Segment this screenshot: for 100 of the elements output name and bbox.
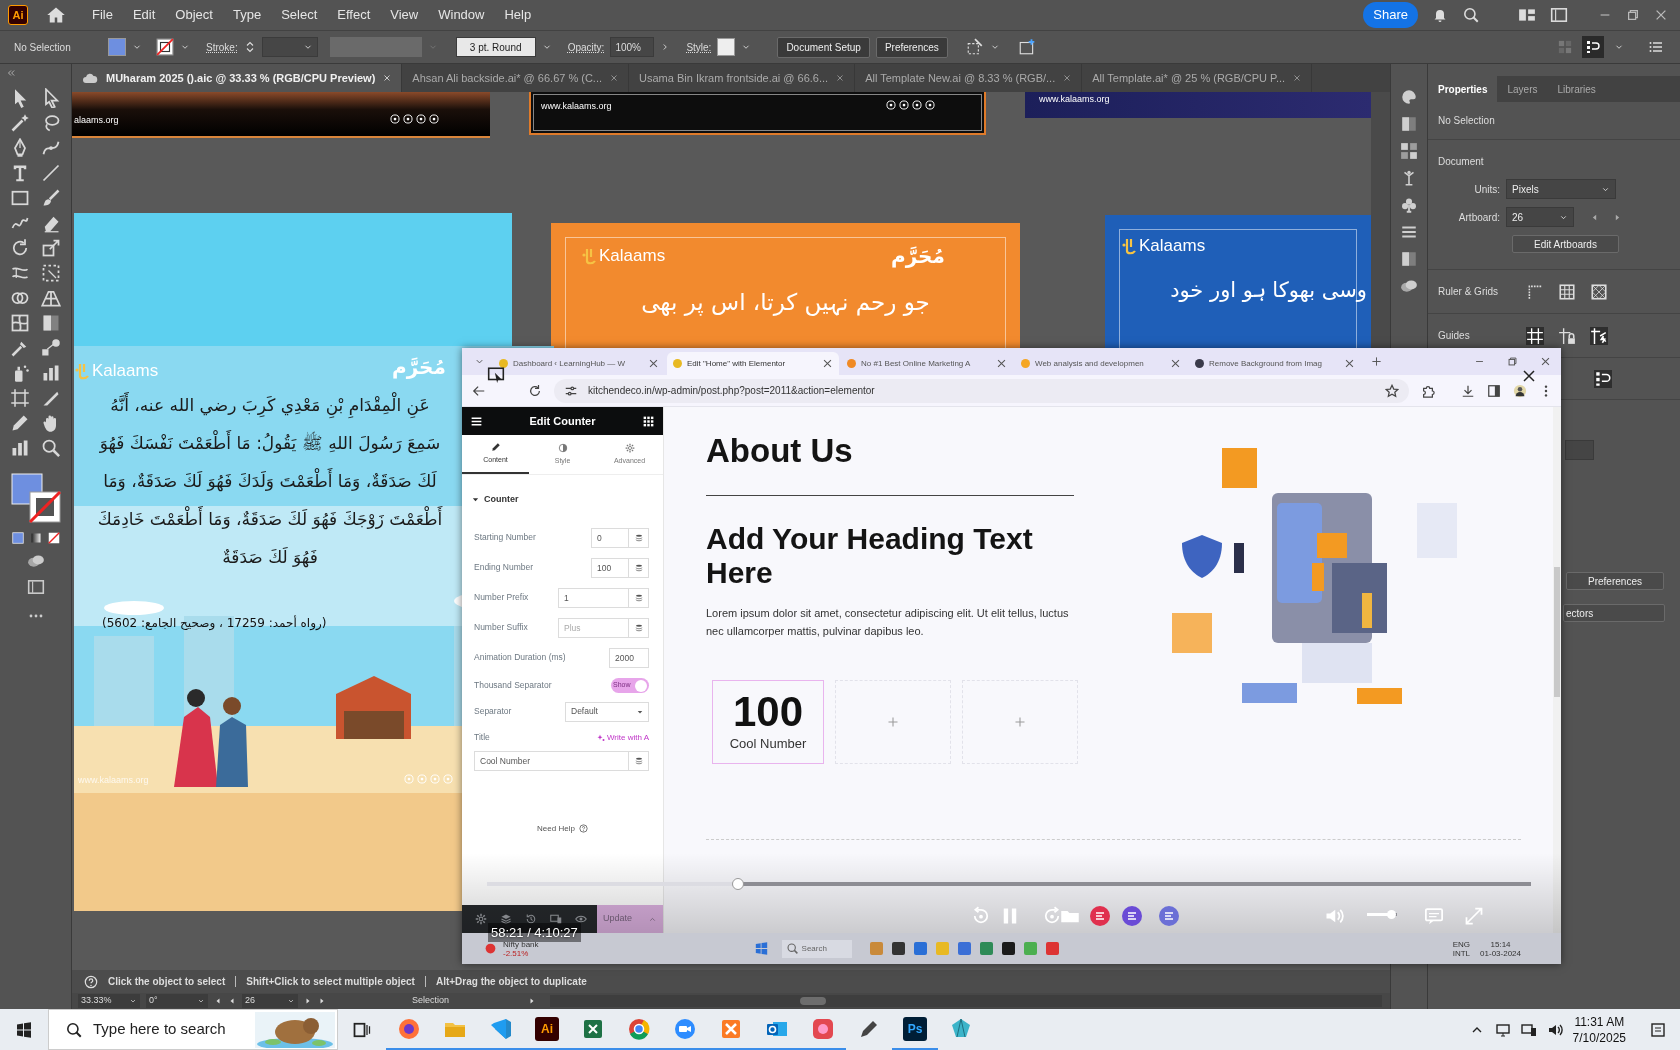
title-field[interactable]: Cool Number bbox=[474, 750, 630, 771]
clock-date: 01-03-2024 bbox=[1480, 948, 1521, 958]
panel-tab[interactable]: Layers bbox=[1497, 76, 1548, 102]
menu-item[interactable]: Select bbox=[271, 5, 328, 25]
urdu-text: وسی بھوکا ہو اور خود bbox=[1170, 277, 1367, 304]
artboard-dropdown[interactable]: 26 bbox=[1506, 207, 1574, 227]
menu-item[interactable]: Help bbox=[494, 5, 542, 25]
section-title: Guides bbox=[1438, 329, 1471, 343]
urdu-text: جو رحم نہیں کرتا، اس پر بھی bbox=[640, 288, 931, 318]
current-tool-text: Selection bbox=[412, 994, 451, 1008]
stroke-label[interactable]: Stroke: bbox=[206, 39, 238, 55]
menu-item[interactable]: View bbox=[380, 5, 429, 25]
search-field[interactable]: Type here to search bbox=[48, 1009, 338, 1050]
logo-text: Kalaams bbox=[599, 245, 666, 267]
counter-title: Cool Number bbox=[729, 735, 807, 754]
website-text: www.kalaams.org bbox=[78, 774, 149, 787]
write-with-ai-link[interactable]: Write with A bbox=[596, 731, 649, 744]
hint-text: Click the object to select bbox=[108, 975, 226, 989]
menu-item[interactable]: Type bbox=[222, 5, 272, 25]
control-label: Thousand Separator bbox=[474, 679, 552, 692]
menu-item[interactable]: Effect bbox=[327, 5, 381, 25]
website-text: alaams.org bbox=[74, 114, 119, 127]
browser-tab[interactable]: Remove Background from Imag bbox=[1189, 352, 1361, 375]
opacity-field[interactable]: 100% bbox=[610, 37, 655, 57]
menu-item[interactable]: Window bbox=[428, 5, 495, 25]
app-tile-text: Ai bbox=[535, 1016, 559, 1041]
counter-number: 100 bbox=[732, 690, 804, 735]
taskbar-app[interactable]: Ai bbox=[524, 1009, 570, 1050]
opacity-label[interactable]: Opacity: bbox=[567, 39, 605, 55]
artboard-label: Artboard: bbox=[1457, 210, 1500, 225]
text-field[interactable]: 1 bbox=[558, 587, 629, 608]
section-title[interactable]: Counter bbox=[484, 493, 519, 507]
section-heading: Add Your Heading Text Here bbox=[706, 522, 1034, 590]
document-setup-button[interactable]: Document Setup bbox=[777, 36, 870, 58]
preferences-button[interactable]: Preferences bbox=[875, 36, 948, 58]
units-dropdown[interactable]: Pixels bbox=[1506, 179, 1616, 199]
ticker-change: -2.51% bbox=[503, 948, 530, 958]
rotation-dropdown[interactable]: 0° bbox=[146, 994, 208, 1008]
address-bar[interactable]: kitchendeco.in/wp-admin/post.php?post=2011&action=elementor bbox=[554, 378, 1409, 403]
clock-time: 15:14 bbox=[1489, 939, 1512, 949]
calligraphy-title: مُحَرَّم bbox=[392, 354, 446, 381]
menu-item[interactable]: Edit bbox=[122, 5, 166, 25]
layout-text: INTL bbox=[1452, 948, 1471, 958]
taskbar-app[interactable]: Ps bbox=[892, 1009, 938, 1050]
style-label[interactable]: Style: bbox=[686, 39, 712, 55]
select-dropdown[interactable]: Default bbox=[565, 701, 649, 722]
edit-artboards-button[interactable]: Edit Artboards bbox=[1512, 235, 1619, 253]
clock-time: 11:31 AM bbox=[1573, 1013, 1626, 1030]
clock-date: 7/10/2025 bbox=[1572, 1029, 1626, 1046]
arabic-text-line: لَكَ صَدَقَةٌ، وَمَا أَطْعَمْتَ وَلَدَكَ فَهُوَ لَكَ صَدَقَةٌ، وَمَا bbox=[78, 462, 462, 500]
hint-text: Alt+Drag the object to duplicate bbox=[435, 975, 587, 989]
section-title: Document bbox=[1438, 155, 1485, 169]
document-tab[interactable]: MUharam 2025 ().aic @ 33.33 % (RGB/CPU Preview) bbox=[72, 64, 403, 92]
browser-tab[interactable]: Edit "Home" with Elementor bbox=[667, 352, 839, 375]
units-label: Units: bbox=[1473, 182, 1500, 197]
panel-tab[interactable]: Properties bbox=[1428, 76, 1498, 102]
browser-tab[interactable]: No #1 Best Online Marketing A bbox=[841, 352, 1013, 375]
ticker-name: Nifty bank bbox=[503, 939, 539, 949]
website-text: www.kalaams.org bbox=[1039, 93, 1110, 106]
arabic-text-line: أَطْعَمْتَ زَوْجَكَ فَهُوَ لَكَ صَدَقَةٌ، وَمَا أَطْعَمْتَ خَادِمَكَ bbox=[78, 500, 462, 538]
panel-tab[interactable]: Libraries bbox=[1547, 76, 1606, 102]
logo-text: Kalaams bbox=[1139, 235, 1206, 257]
number-field[interactable]: 0 bbox=[591, 527, 629, 548]
control-label: Animation Duration (ms) bbox=[474, 651, 566, 664]
browser-tab[interactable]: Dashboard ‹ LearningHub — W bbox=[493, 352, 665, 375]
search-field[interactable]: Search bbox=[781, 939, 852, 958]
hint-text: Shift+Click to select multiple object bbox=[246, 975, 415, 989]
menu-item[interactable]: File bbox=[82, 5, 123, 25]
vectors-button[interactable]: ectors bbox=[1563, 604, 1665, 622]
text-field[interactable]: Plus bbox=[558, 617, 629, 638]
control-label: Title bbox=[474, 731, 490, 744]
playback-time: 58:21 / 4:10:27 bbox=[488, 922, 581, 942]
selection-status: No Selection bbox=[1438, 114, 1495, 128]
page-heading: About Us bbox=[706, 434, 854, 467]
number-field[interactable]: 2000 bbox=[609, 647, 649, 668]
control-label: Number Suffix bbox=[474, 621, 528, 634]
logo-text: Kalaams bbox=[92, 360, 159, 382]
artboard-dropdown[interactable]: 26 bbox=[242, 994, 298, 1008]
menu-item[interactable]: Object bbox=[165, 5, 223, 25]
share-button[interactable]: Share bbox=[1363, 2, 1418, 28]
control-label: Starting Number bbox=[474, 531, 536, 544]
language-text: ENG bbox=[1452, 939, 1471, 949]
browser-tab[interactable]: Web analysis and developmen bbox=[1015, 352, 1187, 375]
number-field[interactable]: 100 bbox=[591, 557, 629, 578]
arabic-text-line: سَمِعَ رَسُولَ اللهِ ﷺ يَقُولُ: مَا أَطْعَمْتَ نَفْسَكَ فَهُوَ bbox=[78, 424, 462, 462]
reference-text: (رواه أحمد: 17259 ، وصحيح الجامع: 5602) bbox=[102, 614, 327, 632]
help-link[interactable]: Need Help bbox=[462, 822, 663, 835]
zoom-dropdown[interactable]: 33.33% bbox=[78, 994, 140, 1008]
control-label: Separator bbox=[474, 705, 512, 718]
arabic-text-line: فَهُوَ لَكَ صَدَقَةٌ bbox=[221, 546, 319, 570]
panel-title: Edit Counter bbox=[529, 413, 596, 429]
section-title: Ruler & Grids bbox=[1438, 285, 1499, 299]
brush-field[interactable]: 3 pt. Round bbox=[455, 37, 536, 57]
calligraphy-title: مُحَرَّم bbox=[891, 243, 945, 270]
preferences-button[interactable]: Preferences bbox=[1566, 572, 1664, 590]
arabic-text-line: عَنِ الْمِقْدَامِ بْنِ مَعْدِي كَرِبَ رضي الله عنه، أَنَّهُ bbox=[78, 386, 462, 424]
website-text: www.kalaams.org bbox=[541, 100, 612, 113]
selection-status: No Selection bbox=[14, 40, 72, 55]
body-text: Lorem ipsum dolor sit amet, consectetur adipiscing elit. Ut elit tellus, luctus nec ullamcorper mattis, pulvinar dapibus leo. bbox=[706, 606, 1070, 639]
control-label: Number Prefix bbox=[474, 591, 529, 604]
